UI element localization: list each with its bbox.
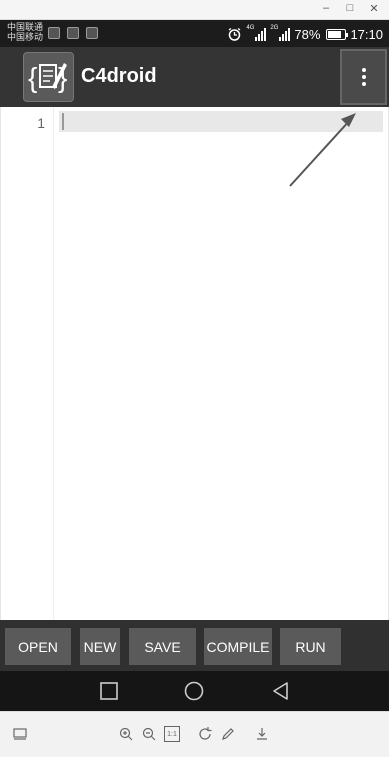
back-triangle-icon[interactable]: [271, 681, 291, 701]
close-button[interactable]: ✕: [363, 2, 385, 15]
navigation-bar: [0, 671, 389, 711]
actual-size-icon[interactable]: 1:1: [164, 726, 180, 742]
more-vert-icon: [361, 68, 366, 86]
image-notification-icon: [86, 27, 98, 39]
open-button[interactable]: OPEN: [5, 628, 71, 665]
sim1-network-label: 4G: [246, 25, 255, 31]
zoom-out-icon[interactable]: [141, 726, 157, 742]
battery-icon: [326, 28, 349, 40]
app-title: C4droid: [81, 65, 157, 87]
code-editor[interactable]: 1: [0, 107, 389, 620]
annotation-arrow-icon: [289, 113, 356, 187]
signal-icon: 2G: [270, 25, 291, 41]
run-button[interactable]: RUN: [280, 628, 341, 665]
battery-fill: [328, 30, 341, 38]
sim2-network-label: 2G: [270, 25, 279, 31]
app-bar: { } C4droid: [0, 47, 389, 107]
alarm-clock-icon: [229, 27, 241, 41]
rotate-icon[interactable]: [197, 726, 213, 742]
download-icon[interactable]: [254, 726, 270, 742]
carrier-1-label: 中国联通: [7, 23, 44, 33]
signal-icon: 4G: [246, 25, 267, 41]
window-title-bar: – □ ✕: [0, 0, 389, 20]
pen-icon[interactable]: [220, 726, 236, 742]
minimize-button[interactable]: –: [315, 2, 337, 14]
app-notification-icon: [67, 27, 79, 39]
overflow-menu-button[interactable]: [340, 49, 387, 105]
host-toolbar: 1:1: [0, 711, 389, 757]
maximize-button[interactable]: □: [339, 2, 361, 14]
zoom-in-icon[interactable]: [118, 726, 134, 742]
carrier-labels: 中国联通 中国移动: [7, 23, 43, 43]
action-toolbar: OPEN NEW SAVE COMPILE RUN: [0, 620, 389, 671]
app-notification-icon: [48, 27, 60, 39]
screen-icon[interactable]: [12, 726, 28, 742]
status-bar: 中国联通 中国移动 4G 2G 78% 17:10: [0, 20, 389, 47]
save-button[interactable]: SAVE: [129, 628, 196, 665]
home-circle-icon[interactable]: [184, 681, 204, 701]
c4droid-logo-icon[interactable]: { }: [23, 52, 74, 102]
recents-square-icon[interactable]: [99, 681, 119, 701]
status-indicators: 4G 2G 78% 17:10: [227, 25, 383, 43]
new-button[interactable]: NEW: [80, 628, 120, 665]
battery-percent: 78%: [294, 26, 321, 42]
clock-time: 17:10: [350, 26, 383, 42]
compile-button[interactable]: COMPILE: [204, 628, 272, 665]
svg-text:{: {: [28, 62, 37, 93]
carrier-2-label: 中国移动: [7, 33, 44, 43]
